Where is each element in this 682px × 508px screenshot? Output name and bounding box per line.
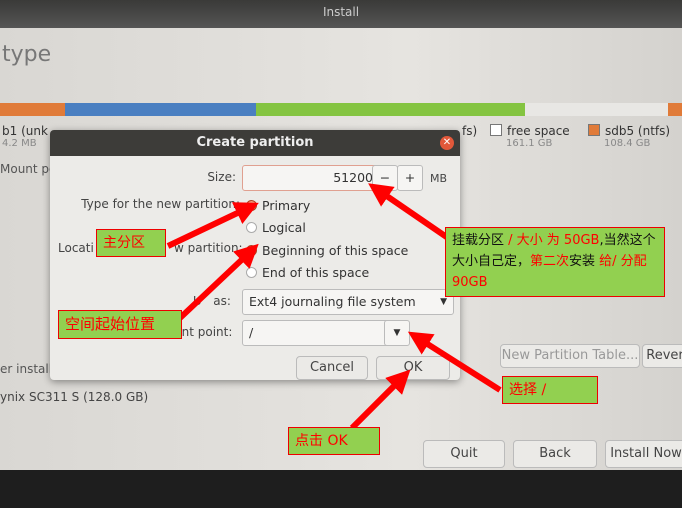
annotation-text-segment: 挂载分区: [452, 233, 509, 248]
arrow-to-mount-point: [407, 331, 502, 393]
annotation-start-position: 空间起始位置: [58, 310, 182, 339]
annotation-text-segment: 第二次: [530, 254, 570, 269]
annotation-click-ok: 点击 OK: [288, 427, 380, 455]
arrow-to-ok: [349, 369, 411, 431]
arrow-to-size: [368, 183, 450, 241]
annotation-size: 挂载分区 / 大小 为 50GB,当然这个大小自己定，第二次安装 给/ 分配 9…: [445, 227, 665, 297]
annotation-text-segment: 安装: [569, 254, 600, 269]
arrow-to-primary: [166, 202, 259, 249]
annotation-select-mount: 选择 /: [502, 376, 598, 404]
annotation-text-segment: / 大小 为 50GB: [508, 233, 600, 248]
annotation-primary: 主分区: [96, 229, 166, 257]
arrow-to-beginning: [177, 243, 259, 321]
